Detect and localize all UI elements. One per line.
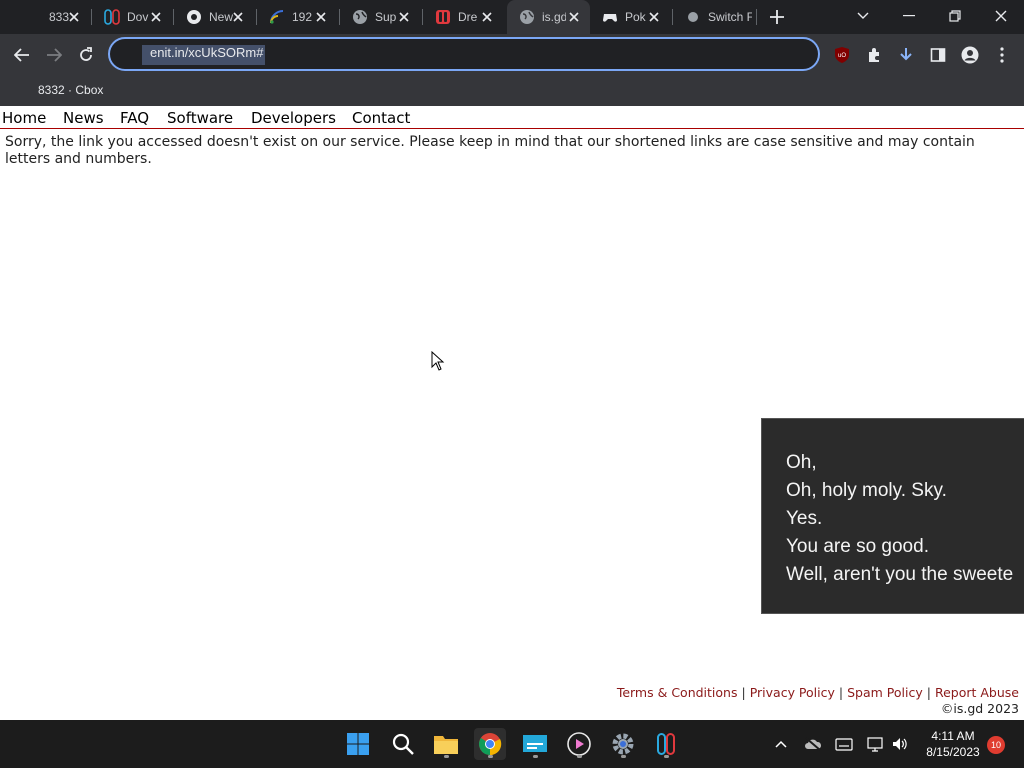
- new-tab-button[interactable]: [766, 7, 788, 27]
- page-icon: [26, 9, 42, 25]
- footer-separator: |: [926, 685, 931, 700]
- spam-policy-link[interactable]: Spam Policy: [847, 685, 923, 700]
- copyright: ©is.gd 2023: [940, 701, 1019, 716]
- caption-line: You are so good.: [786, 536, 929, 557]
- windows-start-icon[interactable]: [342, 728, 374, 760]
- nav-faq[interactable]: FAQ: [120, 109, 149, 127]
- ublock-icon[interactable]: uO: [831, 44, 853, 66]
- network-icon[interactable]: [864, 732, 888, 756]
- tab-title: Switch F: [708, 10, 752, 24]
- clock-time: 4:11 AM: [931, 729, 975, 743]
- restore-button[interactable]: [932, 0, 978, 32]
- close-icon[interactable]: [313, 9, 329, 25]
- terms-link[interactable]: Terms & Conditions: [617, 685, 738, 700]
- mouse-cursor-icon: [431, 351, 445, 371]
- browser-toolbar: enit.in/xcUkSORm# uO: [0, 34, 1024, 76]
- tab-6[interactable]: Dre: [423, 0, 503, 34]
- nav-developers[interactable]: Developers: [251, 109, 336, 127]
- keyboard-icon[interactable]: [832, 732, 856, 756]
- switch-red-icon: [435, 9, 451, 25]
- extensions-icon[interactable]: [863, 44, 885, 66]
- tab-strip: 833 Dov New 192 Sup Dre is.gd Pok Switch…: [0, 0, 1024, 34]
- clock-date: 8/15/2023: [926, 745, 980, 759]
- chrome-icon: [186, 9, 202, 25]
- tab-3[interactable]: New: [174, 0, 254, 34]
- forward-button[interactable]: [40, 41, 68, 69]
- profile-icon[interactable]: [959, 44, 981, 66]
- taskbar: 4:11 AM 8/15/2023 10: [0, 720, 1024, 768]
- svg-text:uO: uO: [838, 53, 846, 59]
- close-icon[interactable]: [148, 9, 164, 25]
- close-icon[interactable]: [396, 9, 412, 25]
- address-bar[interactable]: enit.in/xcUkSORm#: [108, 37, 820, 71]
- volume-icon[interactable]: [888, 732, 912, 756]
- rss-icon: [269, 9, 285, 25]
- tab-8[interactable]: Pok: [590, 0, 670, 34]
- globe-icon: [519, 9, 535, 25]
- gamepad-icon: [602, 9, 618, 25]
- search-icon[interactable]: [387, 728, 419, 760]
- screen-app-icon[interactable]: [519, 728, 551, 760]
- close-window-button[interactable]: [978, 0, 1024, 32]
- privacy-link[interactable]: Privacy Policy: [750, 685, 835, 700]
- tab-1[interactable]: 833: [14, 0, 90, 34]
- download-icon[interactable]: [895, 44, 917, 66]
- reload-button[interactable]: [72, 41, 100, 69]
- tab-search-button[interactable]: [840, 0, 886, 32]
- globe-icon: [352, 9, 368, 25]
- caption-line: Yes.: [786, 508, 823, 529]
- nav-home[interactable]: Home: [2, 109, 46, 127]
- report-abuse-link[interactable]: Report Abuse: [935, 685, 1019, 700]
- side-panel-icon[interactable]: [927, 44, 949, 66]
- chevron-up-icon[interactable]: [769, 732, 793, 756]
- close-icon[interactable]: [230, 9, 246, 25]
- live-captions-panel: Oh, Oh, holy moly. Sky. Yes. You are so …: [761, 418, 1024, 614]
- notification-badge[interactable]: 10: [987, 736, 1005, 754]
- minimize-button[interactable]: [886, 0, 932, 32]
- nav-contact[interactable]: Contact: [352, 109, 410, 127]
- tab-title: is.gd: [542, 10, 566, 24]
- footer-separator: |: [741, 685, 746, 700]
- nav-software[interactable]: Software: [167, 109, 233, 127]
- tab-active[interactable]: is.gd: [507, 0, 590, 34]
- caption-line: Oh, holy moly. Sky.: [786, 480, 947, 501]
- switch-logo-icon: [104, 9, 120, 25]
- site-nav: Home News FAQ Software Developers Contac…: [0, 108, 1024, 129]
- nav-news[interactable]: News: [63, 109, 104, 127]
- chrome-icon[interactable]: [474, 728, 506, 760]
- tab-4[interactable]: 192: [257, 0, 337, 34]
- back-button[interactable]: [8, 41, 36, 69]
- caption-line: Well, aren't you the sweete: [786, 564, 1014, 585]
- menu-icon[interactable]: [991, 44, 1013, 66]
- close-icon[interactable]: [566, 9, 582, 25]
- footer-links: Terms & Conditions | Privacy Policy | Spam P…: [617, 685, 1019, 700]
- bookmark-item[interactable]: 8332 · Cbox: [38, 83, 103, 97]
- file-explorer-icon[interactable]: [430, 728, 462, 760]
- media-player-icon[interactable]: [563, 728, 595, 760]
- error-message: Sorry, the link you accessed doesn't exi…: [5, 134, 975, 167]
- close-icon[interactable]: [66, 9, 82, 25]
- tab-5[interactable]: Sup: [340, 0, 420, 34]
- tab-9[interactable]: Switch F: [673, 0, 755, 34]
- footer-separator: |: [838, 685, 844, 700]
- address-bar-url[interactable]: enit.in/xcUkSORm#: [142, 45, 266, 65]
- switch-app-icon[interactable]: [650, 728, 682, 760]
- system-clock[interactable]: 4:11 AM 8/15/2023: [920, 728, 986, 760]
- caption-line: Oh,: [786, 452, 817, 473]
- globe-icon: [685, 9, 701, 25]
- bookmarks-bar: 8332 · Cbox: [0, 76, 1024, 106]
- settings-icon[interactable]: [607, 728, 639, 760]
- close-icon[interactable]: [646, 9, 662, 25]
- onedrive-icon[interactable]: [801, 732, 825, 756]
- tab-2[interactable]: Dov: [92, 0, 172, 34]
- close-icon[interactable]: [479, 9, 495, 25]
